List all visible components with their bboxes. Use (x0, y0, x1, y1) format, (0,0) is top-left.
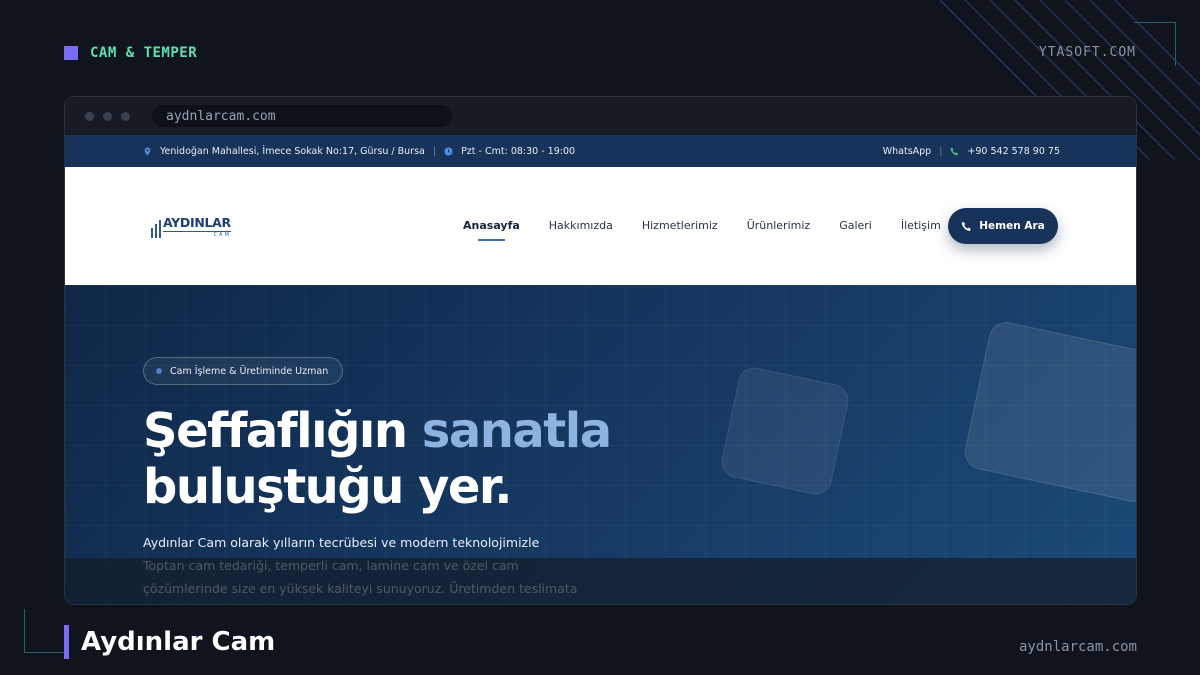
corner-decoration (1134, 22, 1176, 66)
window-dot-icon[interactable] (121, 111, 130, 121)
window-controls (85, 111, 130, 121)
corner-decoration (24, 609, 66, 653)
headline-part1: Şeffaflığın (143, 403, 422, 459)
nav-item-anasayfa[interactable]: Anasayfa (463, 219, 520, 241)
website-viewport: Yenidoğan Mahallesi, İmece Sokak No:17, … (65, 135, 1136, 604)
site-logo[interactable]: AYDINLAR CAM (151, 215, 231, 238)
hero-badge: Cam İşleme & Üretiminde Uzman (143, 357, 344, 385)
project-url: aydnlarcam.com (1018, 639, 1137, 655)
nav-item-hizmetlerimiz[interactable]: Hizmetlerimiz (642, 219, 718, 232)
nav-item-galeri[interactable]: Galeri (839, 219, 872, 232)
whatsapp-link[interactable]: WhatsApp (883, 146, 931, 157)
phone-icon (961, 221, 972, 231)
main-nav: Anasayfa Hakkımızda Hizmetlerimiz Ürünle… (463, 219, 941, 241)
window-dot-icon[interactable] (103, 111, 112, 121)
project-title: Aydınlar Cam (64, 625, 275, 659)
brand-label: YTASOFT.COM (1038, 45, 1136, 60)
clock-icon (444, 146, 453, 156)
window-dot-icon[interactable] (85, 111, 94, 121)
glass-shape-decoration (718, 364, 852, 498)
divider: | (939, 145, 943, 157)
hours-text: Pzt - Cmt: 08:30 - 19:00 (461, 145, 576, 157)
call-now-label: Hemen Ara (979, 220, 1045, 232)
scroll-fade-overlay (65, 558, 1136, 604)
divider: | (432, 145, 437, 157)
phone-icon (950, 147, 959, 155)
badge-dot-icon (156, 368, 162, 374)
nav-item-iletisim[interactable]: İletişim (901, 219, 941, 232)
nav-item-hakkimizda[interactable]: Hakkımızda (549, 219, 613, 232)
logo-sub-text: CAM (213, 231, 231, 238)
logo-bars-icon (151, 219, 161, 238)
headline-line2: buluştuğu yer. (143, 459, 513, 515)
nav-item-urunlerimiz[interactable]: Ürünlerimiz (747, 219, 810, 232)
category-label: CAM & TEMPER (90, 45, 198, 61)
logo-main-text: AYDINLAR (163, 215, 231, 232)
phone-link[interactable]: +90 542 578 90 75 (967, 146, 1060, 157)
browser-toolbar: aydnlarcam.com (65, 97, 1136, 135)
top-info-bar: Yenidoğan Mahallesi, İmece Sokak No:17, … (65, 135, 1136, 167)
title-accent-bar (64, 625, 69, 659)
map-pin-icon (144, 146, 151, 156)
hero-section: Cam İşleme & Üretiminde Uzman Şeffaflığı… (65, 285, 1136, 604)
address-bar[interactable]: aydnlarcam.com (152, 105, 452, 127)
tag-square-icon (64, 46, 78, 60)
site-navbar: AYDINLAR CAM Anasayfa Hakkımızda Hizmetl… (65, 167, 1136, 285)
browser-window: aydnlarcam.com Yenidoğan Mahallesi, İmec… (64, 96, 1137, 605)
project-title-text: Aydınlar Cam (81, 627, 276, 657)
address-text: Yenidoğan Mahallesi, İmece Sokak No:17, … (160, 145, 425, 157)
category-tag: CAM & TEMPER (64, 45, 197, 61)
call-now-button[interactable]: Hemen Ara (948, 208, 1058, 244)
headline-accent: sanatla (421, 403, 612, 459)
hero-headline: Şeffaflığın sanatla buluştuğu yer. (143, 403, 612, 515)
hero-badge-text: Cam İşleme & Üretiminde Uzman (170, 365, 329, 377)
